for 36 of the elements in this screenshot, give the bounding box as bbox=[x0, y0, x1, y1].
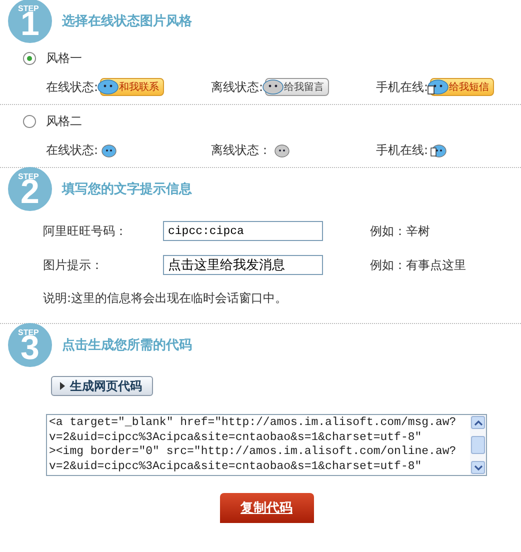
status-label: 离线状态： bbox=[211, 142, 271, 158]
radio-button[interactable] bbox=[23, 52, 36, 64]
step-badge: STEP3 bbox=[8, 323, 52, 367]
status-label: 离线状态: bbox=[211, 78, 264, 96]
status-badge: 和我联系 bbox=[100, 78, 164, 96]
radio-button[interactable] bbox=[23, 114, 36, 128]
input-field[interactable]: 点击这里给我发消息 bbox=[163, 255, 323, 275]
step-badge: STEP2 bbox=[8, 167, 52, 211]
chat-bubble-icon bbox=[100, 142, 118, 158]
status-badge: 给我留言 bbox=[265, 78, 330, 96]
status-label: 手机在线: bbox=[376, 78, 428, 96]
field-label: 阿里旺旺号码： bbox=[43, 222, 128, 240]
status-badge: 给我短信 bbox=[430, 78, 494, 96]
example-text: 例如：辛树 bbox=[370, 222, 430, 240]
step-title: 点击生成您所需的代码 bbox=[62, 337, 192, 354]
scrollbar[interactable] bbox=[470, 415, 486, 475]
status-label: 在线状态: bbox=[46, 78, 98, 96]
generate-code-button[interactable]: 生成网页代码 bbox=[51, 376, 153, 396]
radio-label: 风格二 bbox=[46, 112, 82, 130]
example-text: 例如：有事点这里 bbox=[370, 256, 466, 274]
code-text-area[interactable]: <a target="_blank" href="http://amos.im.alisoft.com/msg.aw? v=2&uid=cipcc%3Acipca&site=cntaobao&s=1&charset=utf-8" ><img border="0" src="http://amos.im.alisoft.com/online.aw? v=2&uid=cipcc%3Acipca&site=cntaobao&s=1&charset=utf-8" bbox=[46, 414, 487, 476]
note-text: 说明:这里的信息将会出现在临时会话窗口中。 bbox=[43, 290, 288, 307]
input-field[interactable]: cipcc:cipca bbox=[163, 221, 323, 241]
chat-bubble-icon bbox=[430, 142, 448, 158]
status-label: 手机在线: bbox=[376, 142, 428, 158]
step-title: 选择在线状态图片风格 bbox=[62, 13, 192, 30]
status-label: 在线状态: bbox=[46, 142, 98, 158]
radio-label: 风格一 bbox=[46, 50, 82, 66]
copy-code-button[interactable]: 复制代码 bbox=[220, 493, 314, 523]
chat-bubble-icon bbox=[273, 142, 291, 158]
scroll-up-icon[interactable] bbox=[474, 420, 482, 426]
scroll-down-icon[interactable] bbox=[474, 464, 482, 470]
step-title: 填写您的文字提示信息 bbox=[62, 180, 192, 198]
step-badge: STEP1 bbox=[8, 0, 52, 43]
triangle-icon bbox=[60, 382, 65, 390]
field-label: 图片提示： bbox=[43, 256, 104, 274]
